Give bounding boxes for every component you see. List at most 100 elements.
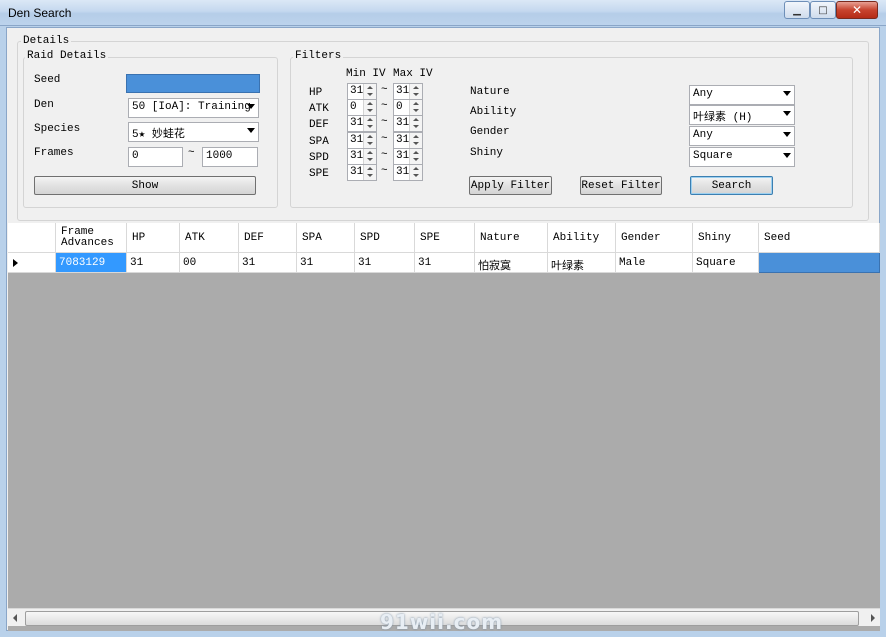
spin-down-icon[interactable] (367, 174, 373, 177)
iv-min-def-stepper[interactable]: 31 (347, 115, 377, 132)
spin-up-icon[interactable] (413, 167, 419, 170)
table-cell[interactable]: 00 (180, 253, 239, 273)
spin-down-icon[interactable] (367, 93, 373, 96)
row-header[interactable] (8, 253, 56, 273)
spin-up-icon[interactable] (367, 167, 373, 170)
iv-min-atk-stepper[interactable]: 0 (347, 99, 377, 116)
spin-buttons[interactable] (363, 100, 376, 115)
apply-filter-button[interactable]: Apply Filter (469, 176, 552, 195)
maximize-button[interactable]: □ (810, 1, 836, 19)
spin-down-icon[interactable] (413, 109, 419, 112)
seed-input[interactable] (126, 74, 260, 93)
spin-buttons[interactable] (409, 116, 422, 131)
spin-buttons[interactable] (363, 133, 376, 148)
table-cell[interactable]: 31 (415, 253, 475, 273)
table-cell[interactable]: Male (616, 253, 693, 273)
close-button[interactable]: ✕ (836, 1, 878, 19)
iv-min-spa-stepper[interactable]: 31 (347, 132, 377, 149)
table-cell[interactable]: 31 (127, 253, 180, 273)
column-header[interactable]: SPE (415, 223, 475, 253)
spin-buttons[interactable] (363, 149, 376, 164)
table-cell[interactable]: Square (693, 253, 759, 273)
shiny-select[interactable]: Square (689, 147, 795, 167)
iv-max-def-stepper[interactable]: 31 (393, 115, 423, 132)
spin-down-icon[interactable] (413, 93, 419, 96)
spin-up-icon[interactable] (367, 102, 373, 105)
iv-label-hp: HP (309, 87, 323, 99)
column-header[interactable]: Shiny (693, 223, 759, 253)
spin-up-icon[interactable] (413, 135, 419, 138)
iv-max-hp-stepper[interactable]: 31 (393, 83, 423, 100)
spin-down-icon[interactable] (413, 142, 419, 145)
column-header[interactable]: Seed (759, 223, 880, 253)
column-header[interactable]: Gender (616, 223, 693, 253)
reset-filter-button[interactable]: Reset Filter (580, 176, 662, 195)
column-header[interactable]: SPD (355, 223, 415, 253)
spin-up-icon[interactable] (367, 86, 373, 89)
den-select[interactable]: 50 [IoA]: Training I (128, 98, 259, 118)
max-iv-label: Max IV (393, 68, 433, 80)
den-select-value: 50 [IoA]: Training I (132, 101, 259, 113)
spin-buttons[interactable] (363, 116, 376, 131)
spin-up-icon[interactable] (413, 118, 419, 121)
column-header[interactable]: SPA (297, 223, 355, 253)
scroll-left-icon[interactable] (13, 614, 17, 622)
iv-max-spd-stepper[interactable]: 31 (393, 148, 423, 165)
column-header[interactable]: Frame Advances (56, 223, 127, 253)
minimize-button[interactable]: ▁ (784, 1, 810, 19)
show-button[interactable]: Show (34, 176, 256, 195)
iv-max-spa-stepper[interactable]: 31 (393, 132, 423, 149)
grid-corner[interactable] (8, 223, 56, 253)
spin-up-icon[interactable] (367, 118, 373, 121)
spin-up-icon[interactable] (413, 102, 419, 105)
gender-label: Gender (470, 126, 510, 138)
iv-min-spe-stepper[interactable]: 31 (347, 164, 377, 181)
iv-max-spe-stepper[interactable]: 31 (393, 164, 423, 181)
spin-buttons[interactable] (363, 165, 376, 180)
column-header[interactable]: ATK (180, 223, 239, 253)
column-header[interactable]: Nature (475, 223, 548, 253)
iv-min-spd-stepper[interactable]: 31 (347, 148, 377, 165)
spin-down-icon[interactable] (413, 125, 419, 128)
spin-buttons[interactable] (409, 84, 422, 99)
table-cell[interactable] (759, 253, 880, 273)
spin-down-icon[interactable] (367, 158, 373, 161)
spin-buttons[interactable] (409, 133, 422, 148)
search-button[interactable]: Search (690, 176, 773, 195)
table-cell[interactable]: 31 (297, 253, 355, 273)
spin-down-icon[interactable] (367, 125, 373, 128)
spin-up-icon[interactable] (413, 86, 419, 89)
nature-select[interactable]: Any (689, 85, 795, 105)
column-header[interactable]: DEF (239, 223, 297, 253)
spin-down-icon[interactable] (367, 142, 373, 145)
species-select[interactable]: 5★ 妙蛙花 (128, 122, 259, 142)
ability-select[interactable]: 叶绿素 (H) (689, 105, 795, 125)
column-header[interactable]: HP (127, 223, 180, 253)
spin-down-icon[interactable] (367, 109, 373, 112)
table-cell[interactable]: 31 (239, 253, 297, 273)
table-cell[interactable]: 怕寂寞 (475, 253, 548, 273)
table-cell[interactable]: 31 (355, 253, 415, 273)
spin-buttons[interactable] (409, 165, 422, 180)
scroll-right-icon[interactable] (871, 614, 875, 622)
spin-down-icon[interactable] (413, 158, 419, 161)
iv-min-hp-stepper[interactable]: 31 (347, 83, 377, 100)
table-cell[interactable]: 叶绿素 (548, 253, 616, 273)
spin-down-icon[interactable] (413, 174, 419, 177)
spin-up-icon[interactable] (367, 135, 373, 138)
iv-tilde: ~ (381, 165, 388, 177)
spin-buttons[interactable] (363, 84, 376, 99)
gender-select[interactable]: Any (689, 126, 795, 146)
spin-up-icon[interactable] (367, 151, 373, 154)
column-header[interactable]: Ability (548, 223, 616, 253)
window-title: Den Search (8, 6, 72, 20)
frames-end-input[interactable]: 1000 (202, 147, 258, 167)
iv-max-atk-stepper[interactable]: 0 (393, 99, 423, 116)
table-cell[interactable]: 7083129 (56, 253, 127, 273)
spin-buttons[interactable] (409, 100, 422, 115)
frames-start-input[interactable]: 0 (128, 147, 183, 167)
den-label: Den (34, 99, 54, 111)
spin-up-icon[interactable] (413, 151, 419, 154)
spin-buttons[interactable] (409, 149, 422, 164)
results-grid[interactable]: Frame Advances HP ATK DEF SPA SPD SPE Nature Abi… (8, 223, 880, 631)
